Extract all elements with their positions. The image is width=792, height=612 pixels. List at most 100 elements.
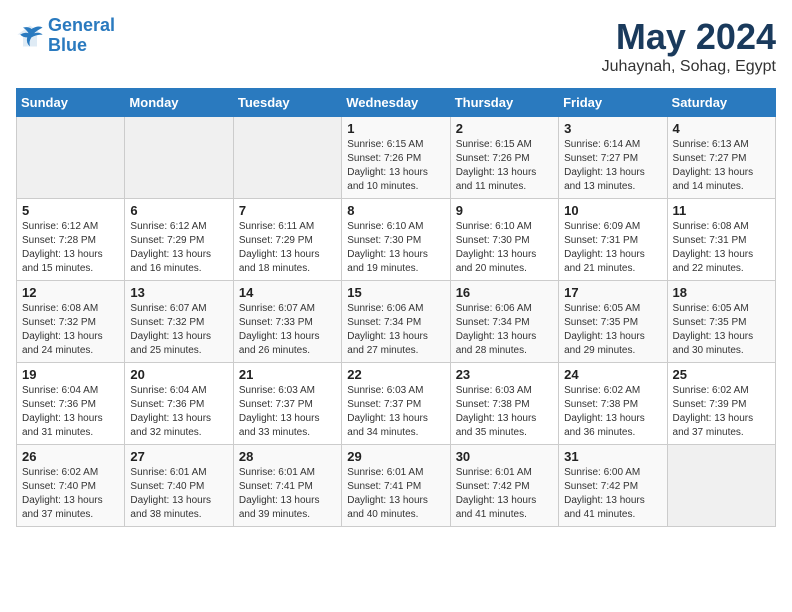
week-row-3: 12 Sunrise: 6:08 AM Sunset: 7:32 PM Dayli…	[17, 281, 776, 363]
day-number: 28	[239, 449, 336, 464]
calendar-table: SundayMondayTuesdayWednesdayThursdayFrid…	[16, 88, 776, 527]
calendar-cell: 14 Sunrise: 6:07 AM Sunset: 7:33 PM Dayli…	[233, 281, 341, 363]
calendar-cell: 5 Sunrise: 6:12 AM Sunset: 7:28 PM Daylig…	[17, 199, 125, 281]
day-number: 24	[564, 367, 661, 382]
calendar-cell: 7Sunrise: 6:11 AM Sunset: 7:29 PM Daylig…	[233, 199, 341, 281]
calendar-cell	[233, 117, 341, 199]
calendar-cell: 15Sunrise: 6:06 AM Sunset: 7:34 PM Dayli…	[342, 281, 450, 363]
week-row-5: 26Sunrise: 6:02 AM Sunset: 7:40 PM Dayli…	[17, 445, 776, 527]
day-number: 31	[564, 449, 661, 464]
week-row-4: 19 Sunrise: 6:04 AM Sunset: 7:36 PM Dayli…	[17, 363, 776, 445]
calendar-cell: 9 Sunrise: 6:10 AM Sunset: 7:30 PM Daylig…	[450, 199, 558, 281]
day-number: 17	[564, 285, 661, 300]
cell-info: Sunrise: 6:13 AM Sunset: 7:27 PM Dayligh…	[673, 138, 770, 194]
weekday-monday: Monday	[125, 89, 233, 117]
cell-info: Sunrise: 6:10 AM Sunset: 7:30 PM Dayligh…	[456, 220, 553, 276]
weekday-friday: Friday	[559, 89, 667, 117]
cell-info: Sunrise: 6:07 AM Sunset: 7:33 PM Dayligh…	[239, 302, 336, 358]
calendar-header: SundayMondayTuesdayWednesdayThursdayFrid…	[17, 89, 776, 117]
cell-info: Sunrise: 6:04 AM Sunset: 7:36 PM Dayligh…	[22, 384, 119, 440]
day-number: 14	[239, 285, 336, 300]
logo-text-block: General Blue	[48, 16, 115, 56]
calendar-cell: 3Sunrise: 6:14 AM Sunset: 7:27 PM Daylig…	[559, 117, 667, 199]
day-number: 7	[239, 203, 336, 218]
cell-info: Sunrise: 6:10 AM Sunset: 7:30 PM Dayligh…	[347, 220, 444, 276]
calendar-cell: 16 Sunrise: 6:06 AM Sunset: 7:34 PM Dayli…	[450, 281, 558, 363]
calendar-cell: 11Sunrise: 6:08 AM Sunset: 7:31 PM Dayli…	[667, 199, 775, 281]
cell-info: Sunrise: 6:15 AM Sunset: 7:26 PM Dayligh…	[347, 138, 444, 194]
day-number: 26	[22, 449, 119, 464]
calendar-cell: 2Sunrise: 6:15 AM Sunset: 7:26 PM Daylig…	[450, 117, 558, 199]
calendar-cell: 17Sunrise: 6:05 AM Sunset: 7:35 PM Dayli…	[559, 281, 667, 363]
calendar-cell: 4 Sunrise: 6:13 AM Sunset: 7:27 PM Daylig…	[667, 117, 775, 199]
calendar-cell: 25 Sunrise: 6:02 AM Sunset: 7:39 PM Dayli…	[667, 363, 775, 445]
day-number: 8	[347, 203, 444, 218]
weekday-thursday: Thursday	[450, 89, 558, 117]
cell-info: Sunrise: 6:14 AM Sunset: 7:27 PM Dayligh…	[564, 138, 661, 194]
calendar-cell: 8 Sunrise: 6:10 AM Sunset: 7:30 PM Daylig…	[342, 199, 450, 281]
calendar-cell: 23 Sunrise: 6:03 AM Sunset: 7:38 PM Dayli…	[450, 363, 558, 445]
logo-line1: General	[48, 16, 115, 36]
calendar-cell: 1 Sunrise: 6:15 AM Sunset: 7:26 PM Daylig…	[342, 117, 450, 199]
calendar-cell: 21 Sunrise: 6:03 AM Sunset: 7:37 PM Dayli…	[233, 363, 341, 445]
calendar-cell	[17, 117, 125, 199]
day-number: 5	[22, 203, 119, 218]
cell-info: Sunrise: 6:15 AM Sunset: 7:26 PM Dayligh…	[456, 138, 553, 194]
calendar-cell: 26Sunrise: 6:02 AM Sunset: 7:40 PM Dayli…	[17, 445, 125, 527]
calendar-cell	[667, 445, 775, 527]
weekday-row: SundayMondayTuesdayWednesdayThursdayFrid…	[17, 89, 776, 117]
calendar-cell: 18Sunrise: 6:05 AM Sunset: 7:35 PM Dayli…	[667, 281, 775, 363]
cell-info: Sunrise: 6:06 AM Sunset: 7:34 PM Dayligh…	[347, 302, 444, 358]
day-number: 22	[347, 367, 444, 382]
calendar-cell: 20Sunrise: 6:04 AM Sunset: 7:36 PM Dayli…	[125, 363, 233, 445]
cell-info: Sunrise: 6:03 AM Sunset: 7:37 PM Dayligh…	[239, 384, 336, 440]
day-number: 21	[239, 367, 336, 382]
calendar-cell: 27Sunrise: 6:01 AM Sunset: 7:40 PM Dayli…	[125, 445, 233, 527]
cell-info: Sunrise: 6:01 AM Sunset: 7:40 PM Dayligh…	[130, 466, 227, 522]
weekday-wednesday: Wednesday	[342, 89, 450, 117]
calendar-cell: 28Sunrise: 6:01 AM Sunset: 7:41 PM Dayli…	[233, 445, 341, 527]
day-number: 30	[456, 449, 553, 464]
day-number: 1	[347, 121, 444, 136]
location: Juhaynah, Sohag, Egypt	[602, 58, 776, 76]
day-number: 12	[22, 285, 119, 300]
calendar-cell: 31 Sunrise: 6:00 AM Sunset: 7:42 PM Dayli…	[559, 445, 667, 527]
calendar-cell: 24 Sunrise: 6:02 AM Sunset: 7:38 PM Dayli…	[559, 363, 667, 445]
day-number: 9	[456, 203, 553, 218]
cell-info: Sunrise: 6:02 AM Sunset: 7:38 PM Dayligh…	[564, 384, 661, 440]
logo-line1-text: General	[48, 15, 115, 35]
cell-info: Sunrise: 6:00 AM Sunset: 7:42 PM Dayligh…	[564, 466, 661, 522]
cell-info: Sunrise: 6:06 AM Sunset: 7:34 PM Dayligh…	[456, 302, 553, 358]
day-number: 4	[673, 121, 770, 136]
week-row-2: 5 Sunrise: 6:12 AM Sunset: 7:28 PM Daylig…	[17, 199, 776, 281]
day-number: 19	[22, 367, 119, 382]
day-number: 16	[456, 285, 553, 300]
cell-info: Sunrise: 6:03 AM Sunset: 7:38 PM Dayligh…	[456, 384, 553, 440]
cell-info: Sunrise: 6:08 AM Sunset: 7:31 PM Dayligh…	[673, 220, 770, 276]
page-header: General Blue May 2024 Juhaynah, Sohag, E…	[16, 16, 776, 76]
cell-info: Sunrise: 6:12 AM Sunset: 7:29 PM Dayligh…	[130, 220, 227, 276]
cell-info: Sunrise: 6:03 AM Sunset: 7:37 PM Dayligh…	[347, 384, 444, 440]
cell-info: Sunrise: 6:02 AM Sunset: 7:39 PM Dayligh…	[673, 384, 770, 440]
cell-info: Sunrise: 6:09 AM Sunset: 7:31 PM Dayligh…	[564, 220, 661, 276]
calendar-body: 1 Sunrise: 6:15 AM Sunset: 7:26 PM Daylig…	[17, 117, 776, 527]
calendar-cell: 19 Sunrise: 6:04 AM Sunset: 7:36 PM Dayli…	[17, 363, 125, 445]
cell-info: Sunrise: 6:08 AM Sunset: 7:32 PM Dayligh…	[22, 302, 119, 358]
cell-info: Sunrise: 6:01 AM Sunset: 7:42 PM Dayligh…	[456, 466, 553, 522]
day-number: 6	[130, 203, 227, 218]
weekday-tuesday: Tuesday	[233, 89, 341, 117]
cell-info: Sunrise: 6:07 AM Sunset: 7:32 PM Dayligh…	[130, 302, 227, 358]
logo: General Blue	[16, 16, 115, 56]
calendar-cell: 10Sunrise: 6:09 AM Sunset: 7:31 PM Dayli…	[559, 199, 667, 281]
calendar-cell: 6 Sunrise: 6:12 AM Sunset: 7:29 PM Daylig…	[125, 199, 233, 281]
logo-line2-text: Blue	[48, 35, 87, 55]
weekday-saturday: Saturday	[667, 89, 775, 117]
day-number: 25	[673, 367, 770, 382]
logo-line2: Blue	[48, 36, 115, 56]
calendar-cell	[125, 117, 233, 199]
calendar-cell: 22 Sunrise: 6:03 AM Sunset: 7:37 PM Dayli…	[342, 363, 450, 445]
cell-info: Sunrise: 6:12 AM Sunset: 7:28 PM Dayligh…	[22, 220, 119, 276]
title-area: May 2024 Juhaynah, Sohag, Egypt	[602, 16, 776, 76]
day-number: 23	[456, 367, 553, 382]
cell-info: Sunrise: 6:05 AM Sunset: 7:35 PM Dayligh…	[673, 302, 770, 358]
